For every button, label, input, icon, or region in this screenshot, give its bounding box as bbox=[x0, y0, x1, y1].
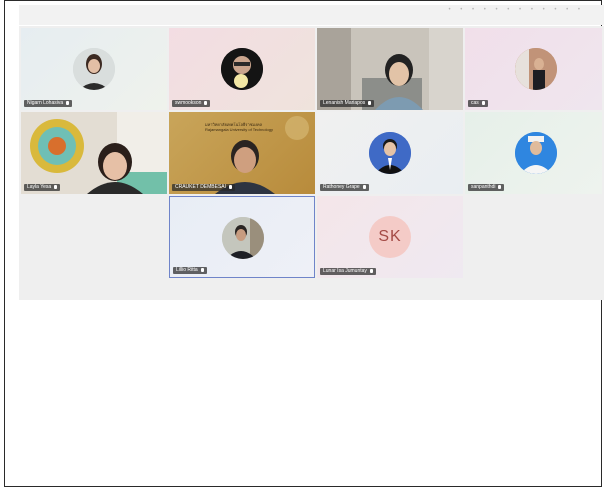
top-bar-controls[interactable]: • • • • • • • • • • • • bbox=[448, 7, 584, 13]
participant-tile-10[interactable]: SK Lunar Isa Jumuntay bbox=[317, 196, 463, 278]
mic-icon bbox=[200, 267, 204, 272]
participant-name: CRAUKET DEMBESAI bbox=[175, 184, 227, 190]
participant-tile-4[interactable]: cas bbox=[465, 28, 602, 110]
participant-name: Lenanish Mariapos bbox=[323, 100, 366, 106]
avatar bbox=[515, 48, 557, 90]
avatar-photo bbox=[515, 48, 557, 90]
avatar-photo bbox=[222, 217, 264, 259]
participant-name: Layla Yesa bbox=[27, 184, 52, 190]
mic-icon bbox=[369, 268, 373, 273]
avatar bbox=[515, 132, 557, 174]
participant-name: Nigarn Lohasiva bbox=[27, 100, 64, 106]
video-grid: Nigarn Lohasiva swmookson Lenanish Maria… bbox=[19, 26, 604, 300]
participant-tile-8[interactable]: sanpanthdi bbox=[465, 112, 602, 194]
participant-video bbox=[317, 28, 463, 110]
avatar-photo bbox=[369, 132, 411, 174]
avatar-initials: SK bbox=[369, 216, 411, 258]
participant-video bbox=[21, 112, 167, 194]
avatar-photo bbox=[221, 48, 263, 90]
avatar bbox=[369, 132, 411, 174]
participant-name-tag: sanpanthdi bbox=[468, 184, 505, 191]
participant-name: sanpanthdi bbox=[471, 184, 496, 190]
participant-tile-3[interactable]: Lenanish Mariapos bbox=[317, 28, 463, 110]
participant-name-tag: Layla Yesa bbox=[24, 184, 61, 191]
participant-name: Lillio Ritta bbox=[176, 267, 198, 273]
mic-icon bbox=[368, 100, 372, 105]
participant-name-tag: Rathoney Grape bbox=[320, 184, 369, 191]
participant-name: Lunar Isa Jumuntay bbox=[323, 268, 367, 274]
participant-name-tag: cas bbox=[468, 100, 488, 107]
avatar bbox=[222, 217, 264, 259]
meeting-top-bar: • • • • • • • • • • • • bbox=[19, 5, 604, 25]
participant-name: swmookson bbox=[175, 100, 202, 106]
participant-name-tag: CRAUKET DEMBESAI bbox=[172, 184, 236, 191]
mic-icon bbox=[362, 184, 366, 189]
participant-name-tag: Lillio Ritta bbox=[173, 267, 207, 274]
avatar-photo bbox=[73, 48, 115, 90]
participant-tile-9[interactable]: Lillio Ritta bbox=[169, 196, 315, 278]
participant-name-tag: Lunar Isa Jumuntay bbox=[320, 268, 376, 275]
mic-icon bbox=[66, 100, 70, 105]
participant-name: Rathoney Grape bbox=[323, 184, 360, 190]
participant-tile-7[interactable]: Rathoney Grape bbox=[317, 112, 463, 194]
avatar bbox=[73, 48, 115, 90]
mic-icon bbox=[498, 184, 502, 189]
participant-tile-5[interactable]: Layla Yesa bbox=[21, 112, 167, 194]
avatar-photo bbox=[515, 132, 557, 174]
participant-name-tag: Nigarn Lohasiva bbox=[24, 100, 73, 107]
participant-name: cas bbox=[471, 100, 479, 106]
mic-icon bbox=[54, 184, 58, 189]
participant-tile-1[interactable]: Nigarn Lohasiva bbox=[21, 28, 167, 110]
participant-video bbox=[215, 116, 309, 194]
participant-name-tag: swmookson bbox=[172, 100, 211, 107]
participant-tile-6[interactable]: มหาวิทยาลัยเทคโนโลยีราชมงคล Rajamangala … bbox=[169, 112, 315, 194]
participant-name-tag: Lenanish Mariapos bbox=[320, 100, 375, 107]
mic-icon bbox=[204, 100, 208, 105]
participant-tile-2[interactable]: swmookson bbox=[169, 28, 315, 110]
avatar bbox=[221, 48, 263, 90]
mic-icon bbox=[229, 184, 233, 189]
mic-icon bbox=[481, 100, 485, 105]
